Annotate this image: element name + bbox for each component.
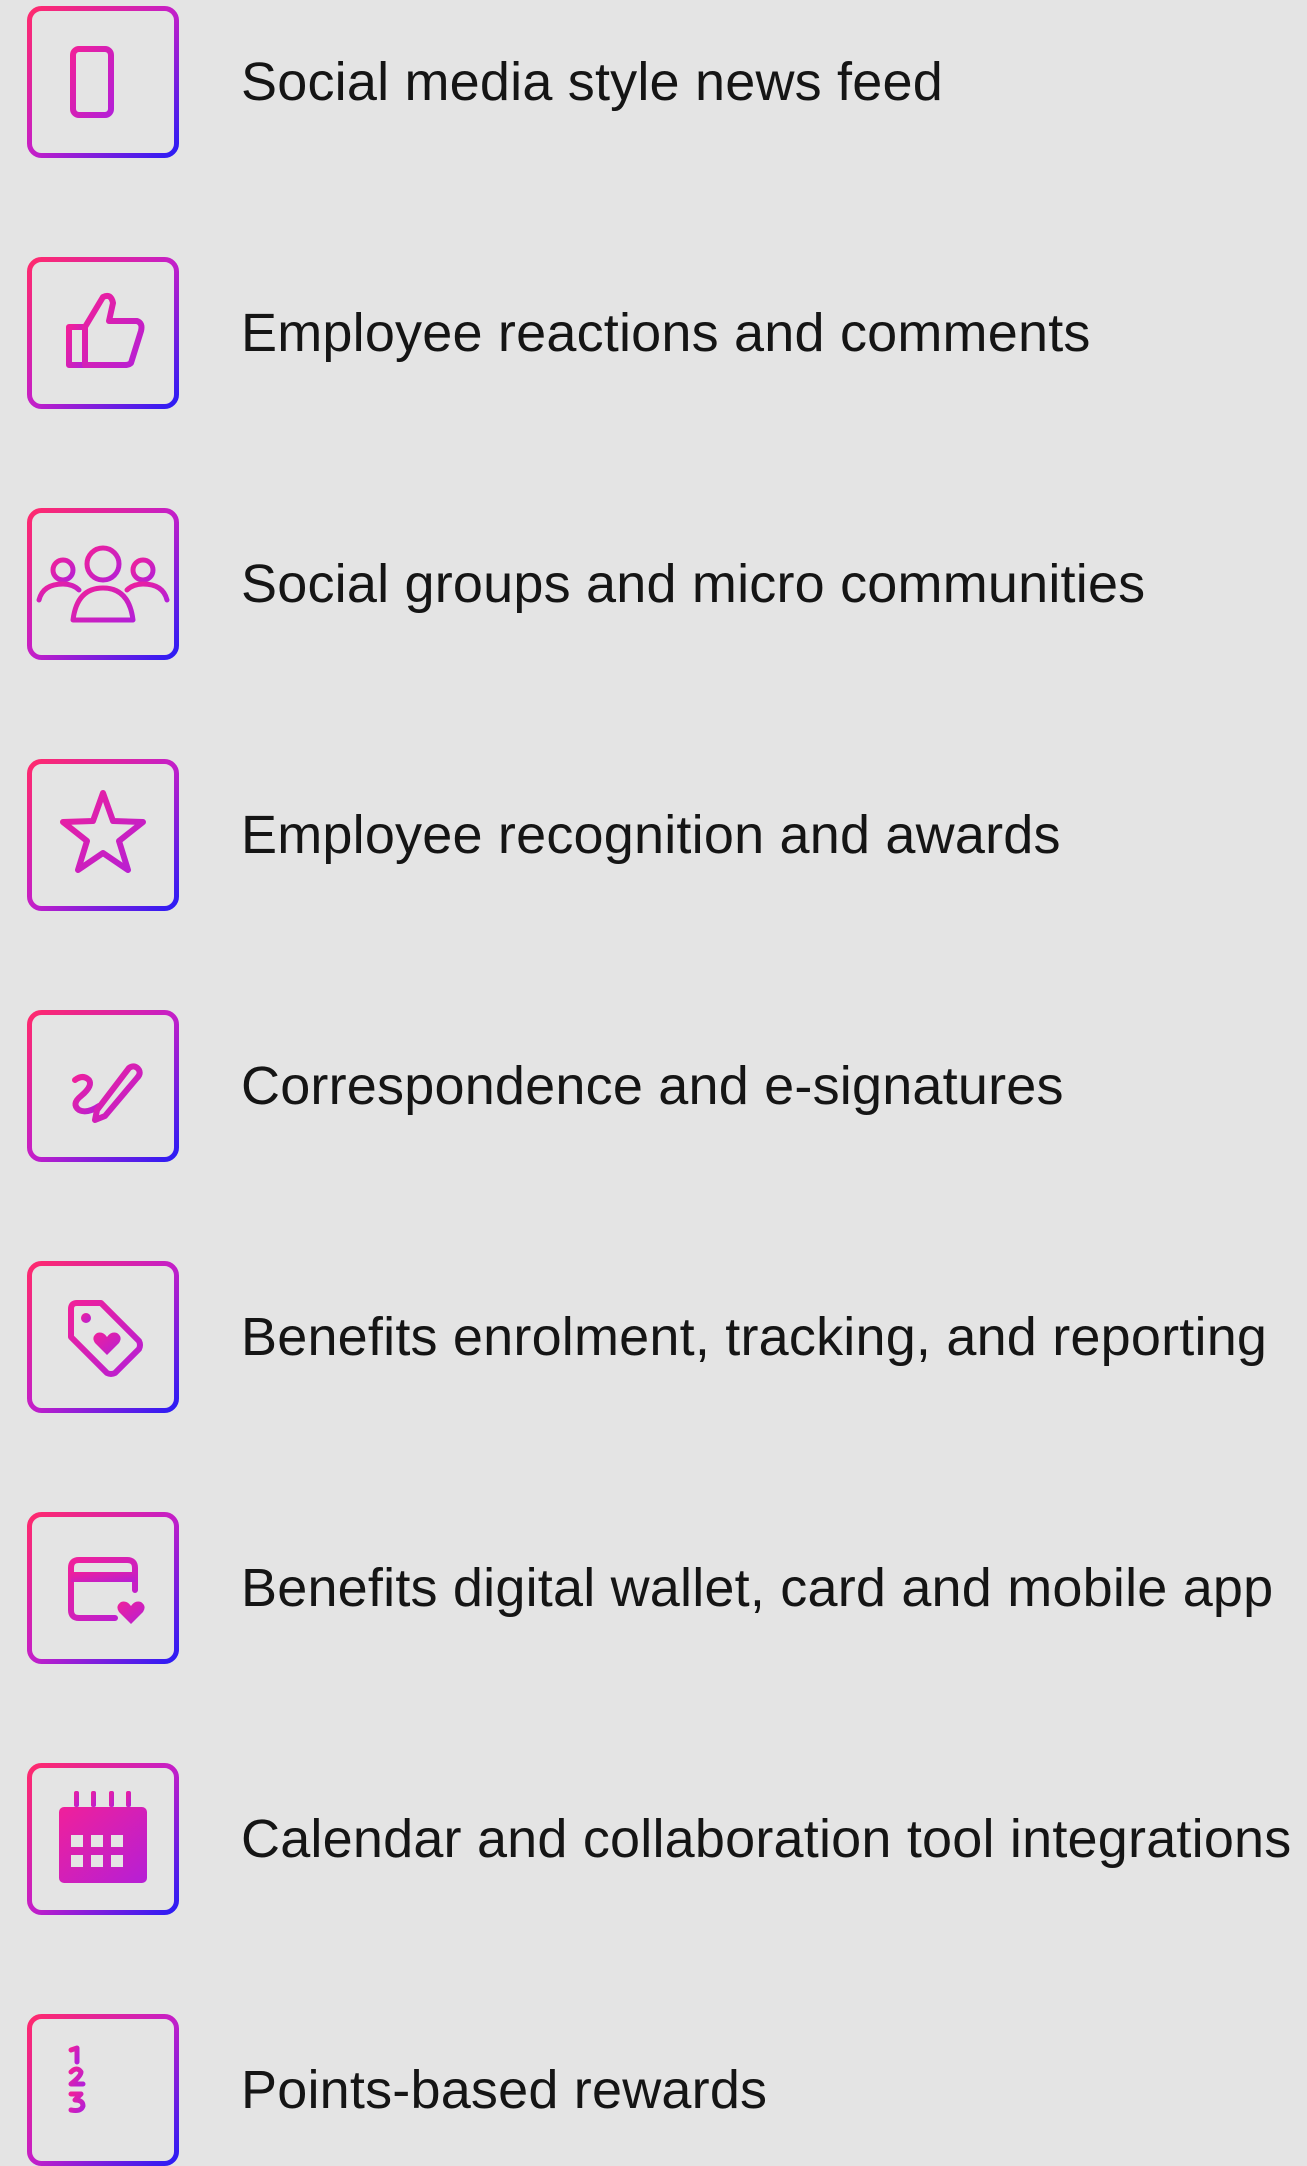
feature-icon-frame [27, 1763, 179, 1915]
feature-icon-frame [27, 759, 179, 911]
feature-label: Benefits enrolment, tracking, and report… [241, 1307, 1268, 1367]
feature-item-news-feed: Social media style news feed [0, 6, 1307, 158]
feature-item-digital-wallet: Benefits digital wallet, card and mobile… [0, 1512, 1307, 1664]
heart-card-icon [27, 1512, 179, 1664]
star-icon [27, 759, 179, 911]
feature-label: Social groups and micro communities [241, 554, 1146, 614]
feature-icon-frame [27, 1010, 179, 1162]
feature-label: Social media style news feed [241, 52, 943, 112]
feature-item-correspondence: Correspondence and e-signatures [0, 1010, 1307, 1162]
heart-tag-icon [27, 1261, 179, 1413]
feature-label: Employee recognition and awards [241, 805, 1061, 865]
feature-item-benefits-enrolment: Benefits enrolment, tracking, and report… [0, 1261, 1307, 1413]
feature-icon-frame [27, 257, 179, 409]
news-feed-icon [27, 6, 179, 158]
feature-icon-frame [27, 508, 179, 660]
feature-label: Calendar and collaboration tool integrat… [241, 1809, 1292, 1869]
feature-label: Correspondence and e-signatures [241, 1056, 1064, 1116]
feature-icon-frame [27, 1512, 179, 1664]
numbered-list-icon [27, 2014, 179, 2166]
feature-item-recognition: Employee recognition and awards [0, 759, 1307, 911]
feature-icon-frame [27, 1261, 179, 1413]
feature-item-calendar: Calendar and collaboration tool integrat… [0, 1763, 1307, 1915]
calendar-icon [27, 1763, 179, 1915]
feature-label: Employee reactions and comments [241, 303, 1091, 363]
feature-label: Points-based rewards [241, 2060, 768, 2120]
feature-list: Social media style news feed Employee re… [0, 0, 1307, 2166]
feature-item-social-groups: Social groups and micro communities [0, 508, 1307, 660]
feature-item-points-rewards: Points-based rewards [0, 2014, 1307, 2166]
feature-label: Benefits digital wallet, card and mobile… [241, 1558, 1274, 1618]
feature-icon-frame [27, 6, 179, 158]
group-icon [27, 508, 179, 660]
feature-item-reactions: Employee reactions and comments [0, 257, 1307, 409]
thumbs-up-icon [27, 257, 179, 409]
signature-pen-icon [27, 1010, 179, 1162]
feature-icon-frame [27, 2014, 179, 2166]
